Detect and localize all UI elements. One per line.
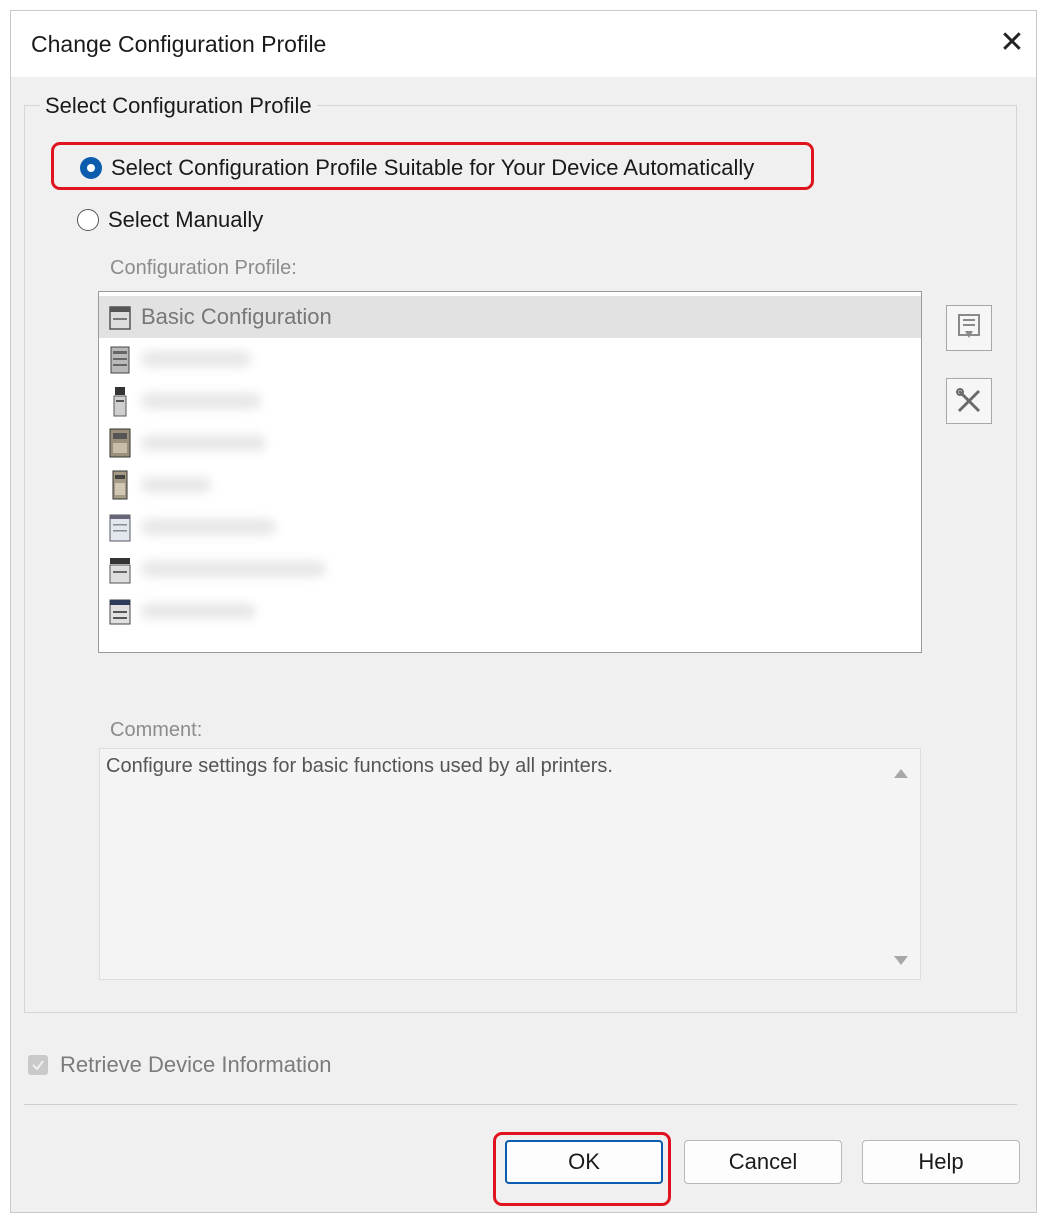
radio-selected-icon (80, 157, 102, 179)
list-item-label (141, 519, 276, 535)
list-item[interactable] (99, 548, 921, 590)
list-item[interactable] (99, 338, 921, 380)
import-icon (958, 314, 980, 338)
list-item-label (141, 393, 261, 409)
comment-label: Comment: (110, 719, 203, 741)
ok-button[interactable]: OK (505, 1140, 663, 1184)
radio-auto[interactable]: Select Configuration Profile Suitable fo… (80, 155, 754, 181)
comment-text: Configure settings for basic functions u… (106, 755, 613, 777)
printer-icon (109, 428, 131, 458)
group-legend: Select Configuration Profile (40, 93, 317, 119)
list-item[interactable]: Basic Configuration (99, 296, 921, 338)
tools-button[interactable] (946, 378, 992, 424)
list-item[interactable] (99, 590, 921, 632)
printer-icon (110, 346, 130, 374)
profile-listbox[interactable]: Basic Configuration (98, 291, 922, 653)
printer-icon (109, 558, 131, 584)
list-item[interactable] (99, 506, 921, 548)
radio-unselected-icon (77, 209, 99, 231)
radio-manual-label: Select Manually (108, 207, 264, 232)
tools-icon (956, 388, 981, 413)
title-bar: Change Configuration Profile ✕ (11, 11, 1036, 77)
list-item[interactable] (99, 422, 921, 464)
retrieve-label: Retrieve Device Information (60, 1052, 332, 1077)
basic-config-icon (109, 306, 131, 330)
checkmark-icon (32, 1060, 44, 1071)
retrieve-checkbox[interactable] (28, 1055, 48, 1075)
list-item-label: Basic Configuration (141, 304, 332, 329)
cancel-button[interactable]: Cancel (684, 1140, 842, 1184)
list-item[interactable] (99, 380, 921, 422)
comment-textbox[interactable]: Configure settings for basic functions u… (99, 748, 921, 980)
profile-list-label: Configuration Profile: (110, 257, 297, 279)
printer-icon (109, 599, 131, 625)
radio-auto-label: Select Configuration Profile Suitable fo… (111, 155, 755, 180)
divider (24, 1104, 1017, 1105)
radio-manual[interactable]: Select Manually (77, 207, 263, 233)
import-button[interactable] (946, 305, 992, 351)
printer-icon (112, 470, 128, 500)
list-item-label (141, 603, 256, 619)
list-item-label (141, 561, 326, 577)
scroll-down-icon[interactable] (894, 956, 908, 965)
help-button[interactable]: Help (862, 1140, 1020, 1184)
list-item-label (141, 477, 211, 493)
printer-icon (113, 387, 127, 417)
scroll-up-icon[interactable] (894, 769, 908, 778)
list-item[interactable] (99, 464, 921, 506)
printer-icon (109, 514, 131, 542)
list-item-label (141, 351, 251, 367)
list-item-label (141, 435, 266, 451)
close-icon[interactable]: ✕ (994, 25, 1030, 61)
dialog-title: Change Configuration Profile (31, 31, 327, 57)
